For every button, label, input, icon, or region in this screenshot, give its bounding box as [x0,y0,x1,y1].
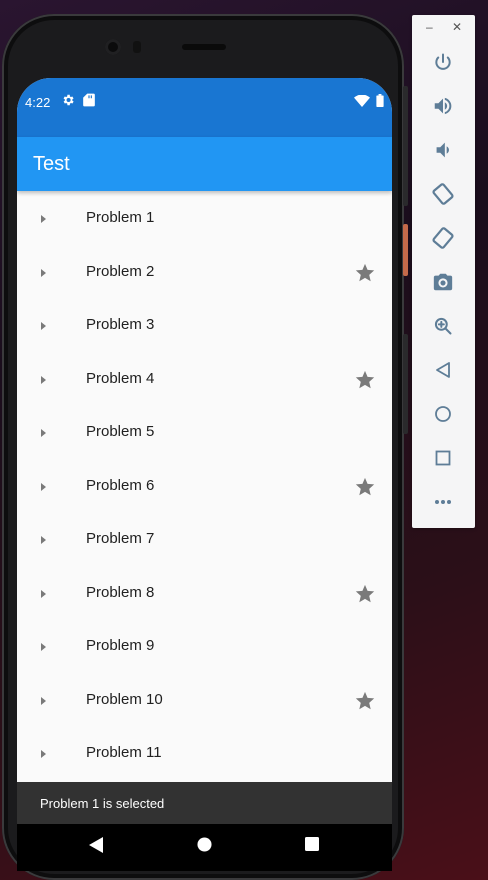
more-icon[interactable] [431,490,455,514]
expand-caret-icon[interactable] [38,533,48,545]
problem-list: Problem 1 Problem 2 Problem 3 Problem 4 Prob… [17,191,392,780]
problem-label: Problem 10 [86,690,163,708]
proximity-sensor [133,41,141,53]
phone-frame: 4:22 Test Problem 1 Problem 2Problem 3 P… [2,14,408,880]
expand-caret-icon[interactable] [38,694,48,706]
problem-list-item[interactable]: Problem 5 [17,405,392,459]
rotate-left-icon[interactable] [431,182,455,206]
expand-caret-icon[interactable] [38,587,48,599]
star-icon[interactable] [354,583,376,605]
overview-icon[interactable] [431,446,455,470]
problem-list-item[interactable]: Problem 8 [17,566,392,620]
expand-caret-icon[interactable] [38,426,48,438]
expand-caret-icon[interactable] [38,747,48,759]
power-icon[interactable] [431,50,455,74]
problem-label: Problem 3 [86,316,155,333]
problem-label: Problem 8 [86,583,155,601]
problem-label: Problem 7 [86,530,155,547]
star-icon[interactable] [354,262,376,284]
problem-label: Problem 4 [86,369,155,387]
battery-icon [376,94,384,110]
app-bar: Test [17,137,392,191]
problem-list-item[interactable]: Problem 4 [17,352,392,406]
settings-gear-icon [61,93,75,110]
emulator-toolbar: – ✕ [412,15,475,528]
snackbar: Problem 1 is selected [17,782,392,824]
problem-label: Problem 9 [86,637,155,654]
problem-list-item[interactable]: Problem 7 [17,512,392,566]
back-icon[interactable] [431,358,455,382]
snackbar-message: Problem 1 is selected [40,796,165,811]
problem-label: Problem 6 [86,476,155,494]
phone-power-button [403,224,408,276]
expand-caret-icon[interactable] [38,373,48,385]
problem-list-item[interactable]: Problem 6 [17,459,392,513]
expand-caret-icon[interactable] [38,212,48,224]
close-icon[interactable]: ✕ [452,21,462,33]
camera-icon[interactable] [431,270,455,294]
problem-list-item[interactable]: Problem 2 [17,245,392,299]
minimize-icon[interactable]: – [426,21,433,33]
phone-side-button [403,86,408,206]
home-icon[interactable] [431,402,455,426]
problem-list-item[interactable]: Problem 3 [17,298,392,352]
front-camera [105,39,121,55]
problem-list-item[interactable]: Problem 9 [17,619,392,673]
phone-volume-button [403,334,408,434]
expand-caret-icon[interactable] [38,480,48,492]
problem-list-item[interactable]: Problem 1 [17,191,392,245]
star-icon[interactable] [354,476,376,498]
sd-card-icon [83,93,95,110]
volume-down-icon[interactable] [431,138,455,162]
problem-label: Problem 1 [86,209,155,226]
status-time: 4:22 [25,95,51,110]
rotate-right-icon[interactable] [431,226,455,250]
phone-screen: 4:22 Test Problem 1 Problem 2Problem 3 P… [17,78,392,871]
nav-overview-icon[interactable] [305,837,319,856]
expand-caret-icon[interactable] [38,640,48,652]
nav-home-icon[interactable] [197,837,212,857]
volume-up-icon[interactable] [431,94,455,118]
nav-back-icon[interactable] [89,837,103,858]
zoom-icon[interactable] [431,314,455,338]
star-icon[interactable] [354,690,376,712]
problem-label: Problem 2 [86,262,155,280]
problem-list-item[interactable]: Problem 10 [17,673,392,727]
problem-list-item[interactable]: Problem 11 [17,726,392,780]
star-icon[interactable] [354,369,376,391]
status-bar: 4:22 [17,78,392,137]
problem-label: Problem 5 [86,423,155,440]
expand-caret-icon[interactable] [38,319,48,331]
earpiece-speaker [182,44,226,50]
system-nav-bar [17,824,392,871]
app-bar-title: Test [33,153,70,175]
wifi-icon [354,94,370,110]
problem-label: Problem 11 [86,744,162,761]
expand-caret-icon[interactable] [38,266,48,278]
